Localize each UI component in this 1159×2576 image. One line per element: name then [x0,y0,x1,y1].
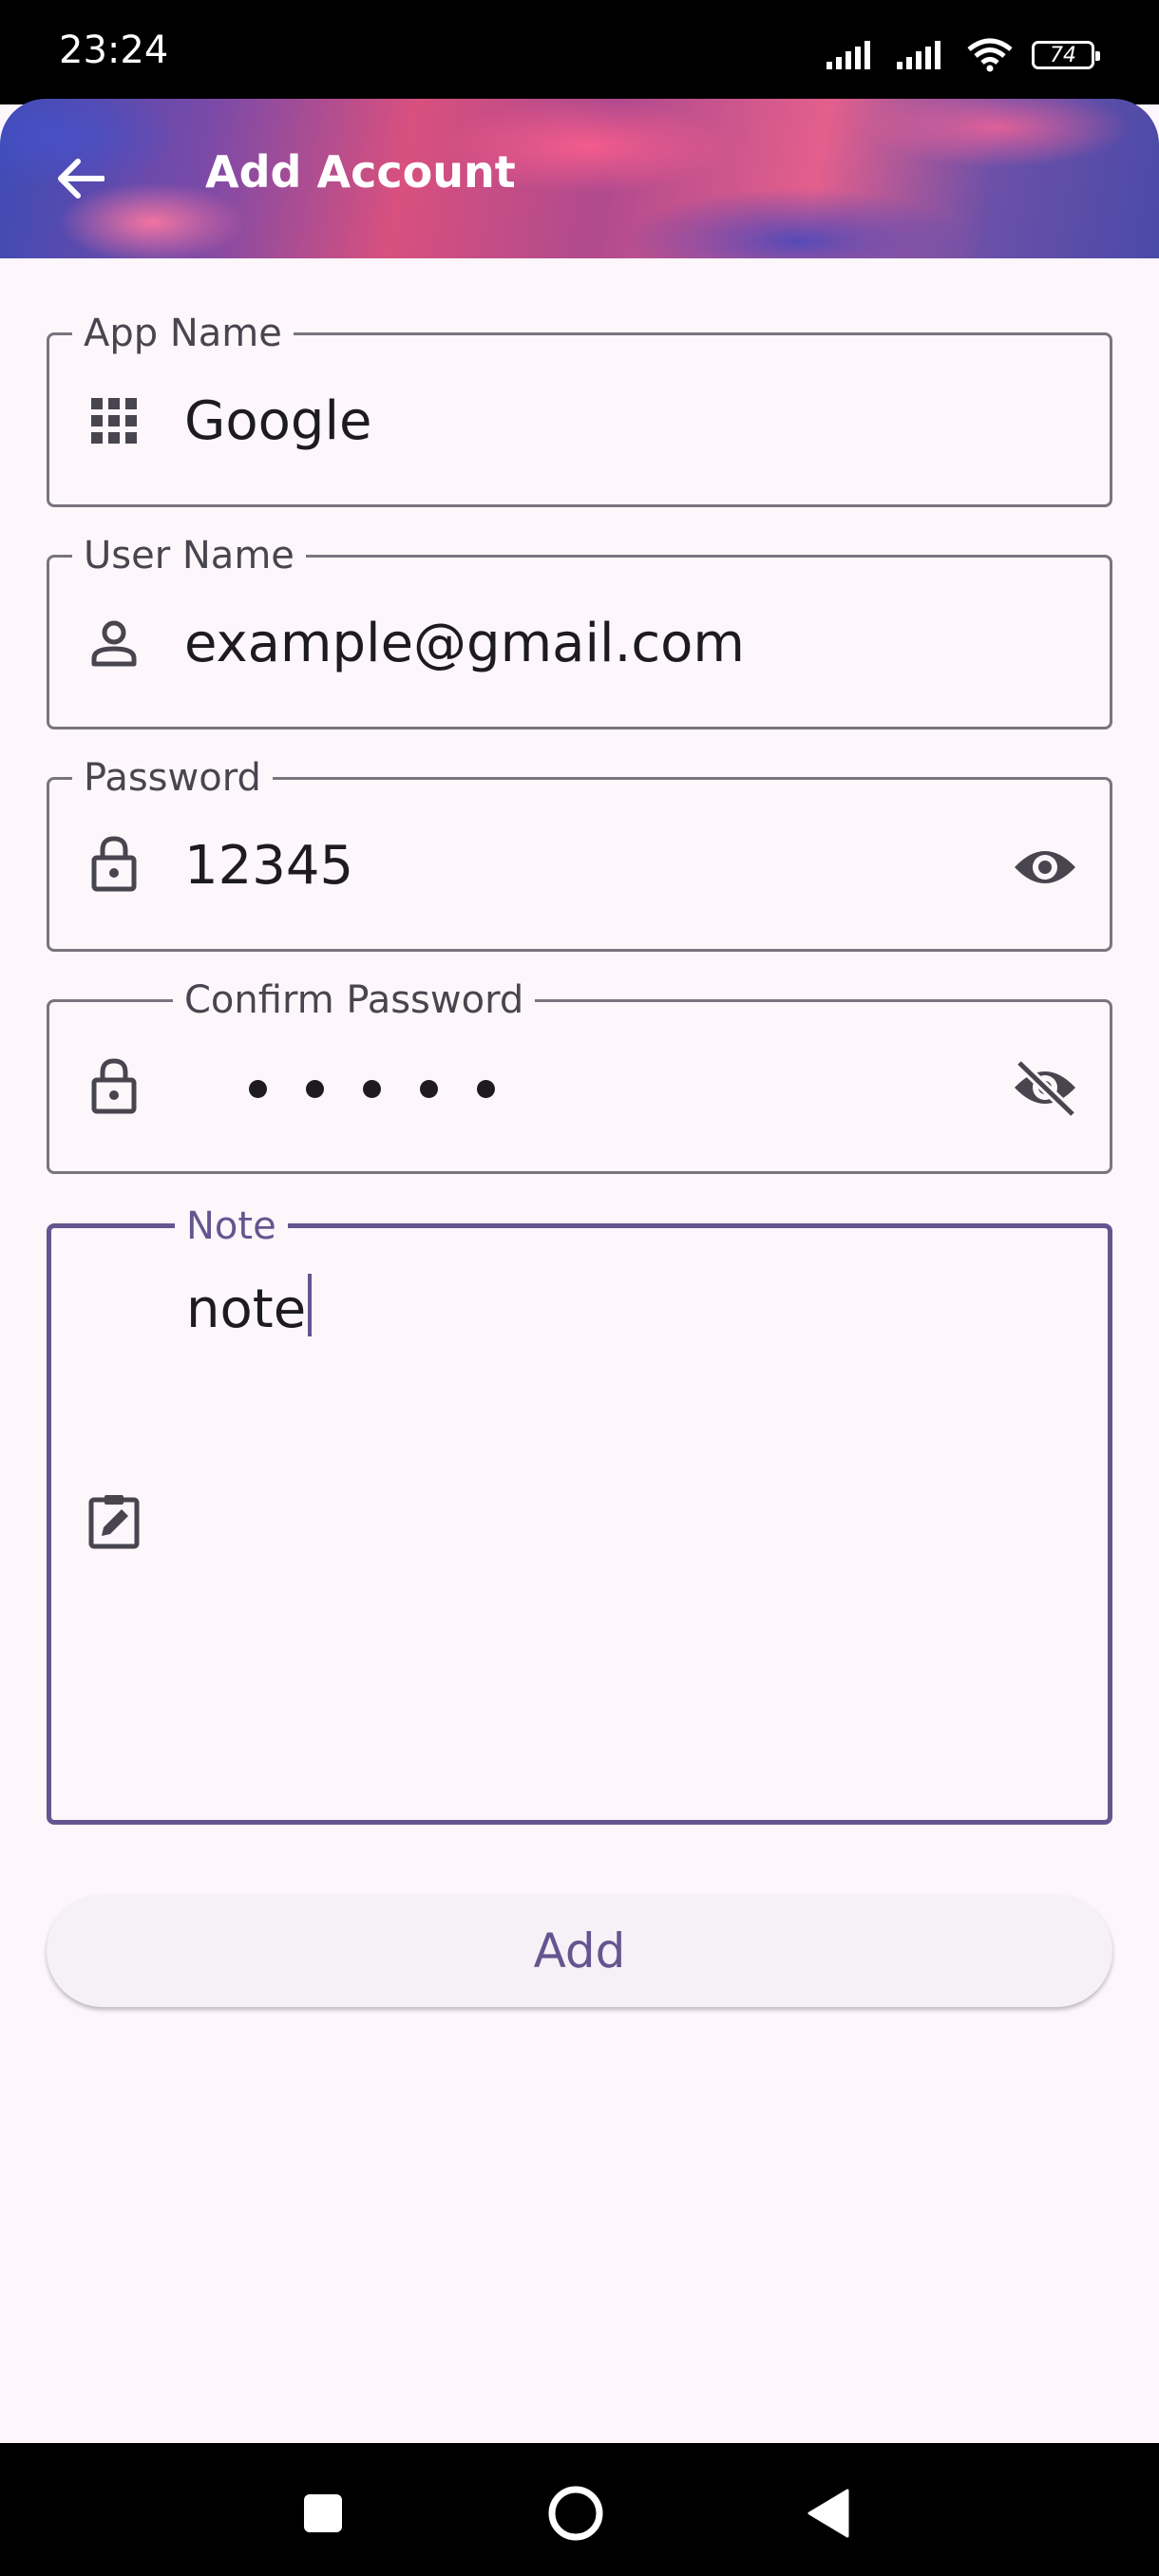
confirm-password-label: Confirm Password [173,977,536,1023]
app-name-label: App Name [72,311,294,356]
person-icon [87,616,141,670]
nav-home-icon [548,2486,603,2541]
password-label: Password [72,755,273,801]
arrow-back-icon [58,159,104,199]
battery-icon: 74 [1032,41,1100,69]
mask-dot [420,1080,438,1098]
nav-square-icon [304,2494,342,2532]
home-button[interactable] [538,2475,614,2551]
status-time: 23:24 [59,28,169,72]
signal-icon [826,41,870,69]
mask-dot [477,1080,495,1098]
visibility-toggle[interactable] [1009,1057,1081,1118]
signal-icon [897,41,940,69]
edit-note-icon [87,1494,141,1549]
user-name-input[interactable]: example@gmail.com [184,613,745,674]
password-input[interactable]: 12345 [184,835,353,897]
nav-back-button[interactable] [790,2475,866,2551]
navigation-bar [0,2443,1159,2576]
lock-icon [87,1058,141,1114]
page-title: Add Account [205,146,516,198]
lock-icon [87,836,141,892]
note-label: Note [175,1203,288,1249]
visibility-icon [1015,851,1075,883]
visibility-toggle[interactable] [1009,837,1081,898]
user-name-label: User Name [72,533,306,578]
recents-button[interactable] [285,2475,361,2551]
nav-back-icon [808,2489,849,2538]
note-field[interactable]: Note note [47,1203,1112,1825]
password-field[interactable]: Password 12345 [47,755,1112,952]
back-button[interactable] [46,148,114,209]
wifi-icon [967,38,1013,72]
app-name-input[interactable]: Google [184,390,371,452]
apps-grid-icon [87,394,141,447]
confirm-password-input[interactable] [249,1080,495,1098]
visibility-off-icon [1015,1059,1076,1116]
confirm-password-field[interactable]: Confirm Password [47,977,1112,1174]
user-name-field[interactable]: User Name example@gmail.com [47,533,1112,729]
add-button[interactable]: Add [47,1895,1112,2007]
battery-level: 74 [1050,43,1076,67]
text-cursor [308,1274,313,1336]
app-bar: Add Account [0,99,1159,258]
mask-dot [249,1080,267,1098]
app-name-field[interactable]: App Name Google [47,311,1112,507]
status-icons: 74 [826,34,1100,76]
mask-dot [363,1080,381,1098]
mask-dot [306,1080,324,1098]
status-bar: 23:24 74 [0,0,1159,104]
note-text: note [186,1279,307,1340]
note-input[interactable]: note [186,1274,313,1340]
